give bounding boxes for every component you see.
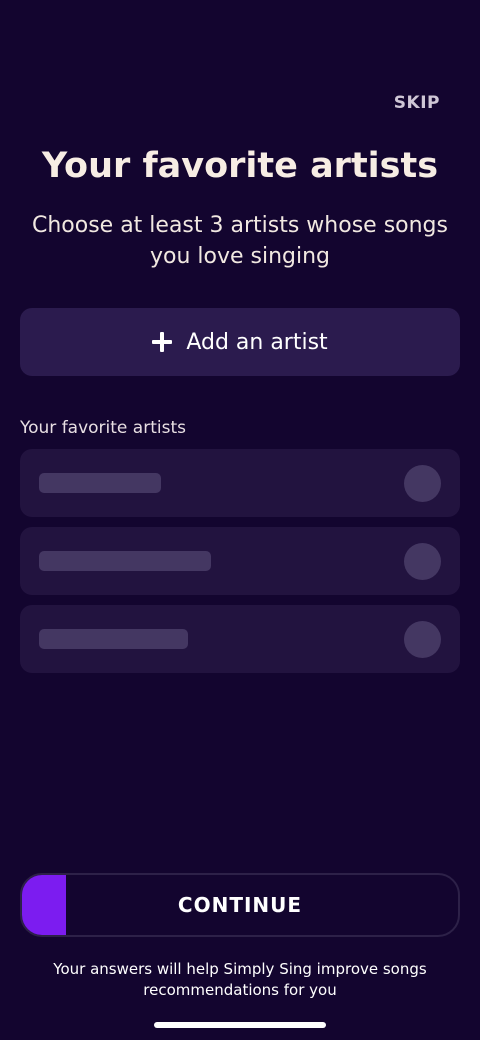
skeleton-avatar [404,621,441,658]
add-artist-label: Add an artist [186,329,328,355]
footer-note: Your answers will help Simply Sing impro… [53,960,427,999]
skip-button[interactable]: SKIP [394,93,440,113]
page-subtitle: Choose at least 3 artists whose songs yo… [31,213,448,269]
continue-label: CONTINUE [177,893,303,917]
skeleton-text [39,629,188,649]
skeleton-avatar [404,543,441,580]
skeleton-text [39,473,161,493]
artist-slot-2 [20,527,460,595]
artist-slot-1 [20,449,460,517]
home-indicator [154,1022,326,1028]
artist-slot-3 [20,605,460,673]
skeleton-avatar [404,465,441,502]
skeleton-text [39,551,211,571]
section-label: Your favorite artists [20,418,186,438]
plus-icon [152,332,173,352]
page-title: Your favorite artists [41,146,439,186]
add-artist-button[interactable]: Add an artist [20,308,460,376]
continue-button[interactable]: CONTINUE [20,873,460,937]
